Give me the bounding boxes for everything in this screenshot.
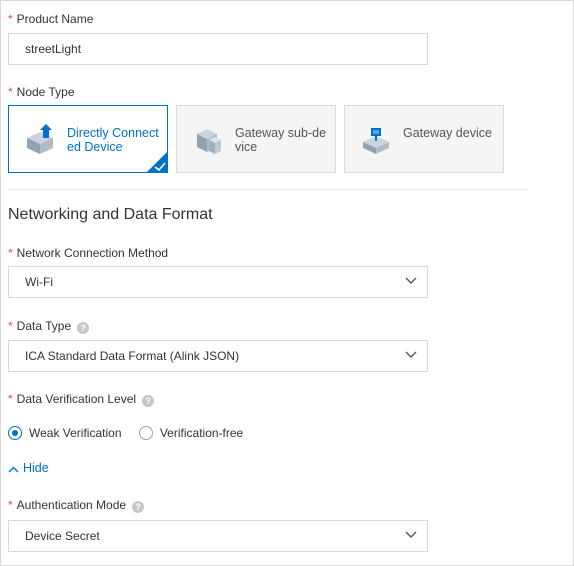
required-mark: * xyxy=(8,246,13,260)
product-name-label: * Product Name xyxy=(8,12,93,26)
data-verification-label-text: Data Verification Level xyxy=(16,392,137,406)
help-icon[interactable]: ? xyxy=(132,501,145,513)
node-type-label: * Node Type xyxy=(8,85,75,99)
authentication-label: * Authentication Mode? xyxy=(8,498,145,513)
gateway-subdevice-icon xyxy=(197,129,221,154)
product-name-label-text: Product Name xyxy=(16,12,94,26)
node-type-option-label: Gateway sub-device xyxy=(235,126,327,154)
section-divider xyxy=(8,189,528,190)
network-connection-value: Wi-Fi xyxy=(25,275,53,289)
data-type-label-text: Data Type xyxy=(16,319,72,333)
network-connection-select[interactable]: Wi-Fi xyxy=(8,266,428,298)
node-type-label-text: Node Type xyxy=(16,85,75,99)
radio-label[interactable]: Verification-free xyxy=(160,426,243,440)
hide-advanced-link[interactable]: Hide xyxy=(8,461,49,475)
chevron-up-icon xyxy=(8,466,19,473)
help-icon[interactable]: ? xyxy=(142,395,155,407)
required-mark: * xyxy=(8,392,13,406)
data-verification-radio-group: Weak Verification Verification-free xyxy=(8,425,243,441)
authentication-select[interactable]: Device Secret xyxy=(8,520,428,552)
data-verification-label: * Data Verification Level? xyxy=(8,392,155,407)
network-connection-label-text: Network Connection Method xyxy=(16,246,169,260)
create-product-form: * Product Name streetLight * Node Type Dir… xyxy=(0,0,574,566)
chevron-down-icon xyxy=(405,277,417,284)
node-type-option-label: Gateway device xyxy=(403,126,492,140)
help-icon[interactable]: ? xyxy=(77,322,90,334)
product-name-input[interactable]: streetLight xyxy=(8,33,428,65)
required-mark: * xyxy=(8,12,13,26)
required-mark: * xyxy=(8,319,13,333)
node-type-option-direct[interactable]: Directly Connected Device xyxy=(8,105,168,173)
node-type-option-label: Directly Connected Device xyxy=(67,126,159,154)
radio-verification-free[interactable] xyxy=(138,425,153,440)
data-type-value: ICA Standard Data Format (Alink JSON) xyxy=(25,349,240,363)
gateway-device-icon xyxy=(363,128,389,154)
node-type-option-gateway-subdevice[interactable]: Gateway sub-device xyxy=(176,105,336,173)
chevron-down-icon xyxy=(405,351,417,358)
authentication-label-text: Authentication Mode xyxy=(16,498,127,512)
required-mark: * xyxy=(8,85,13,99)
selected-check-icon xyxy=(146,151,168,173)
node-type-option-gateway-device[interactable]: Gateway device xyxy=(344,105,504,173)
radio-label[interactable]: Weak Verification xyxy=(29,426,122,440)
chevron-down-icon xyxy=(405,531,417,538)
direct-device-icon xyxy=(27,124,53,154)
data-type-select[interactable]: ICA Standard Data Format (Alink JSON) xyxy=(8,340,428,372)
required-mark: * xyxy=(8,498,13,512)
authentication-value: Device Secret xyxy=(25,529,100,543)
section-title: Networking and Data Format xyxy=(8,206,213,223)
hide-link-text: Hide xyxy=(23,461,49,475)
data-type-label: * Data Type? xyxy=(8,319,90,334)
network-connection-label: * Network Connection Method xyxy=(8,246,168,260)
radio-weak-verification[interactable] xyxy=(8,425,22,440)
